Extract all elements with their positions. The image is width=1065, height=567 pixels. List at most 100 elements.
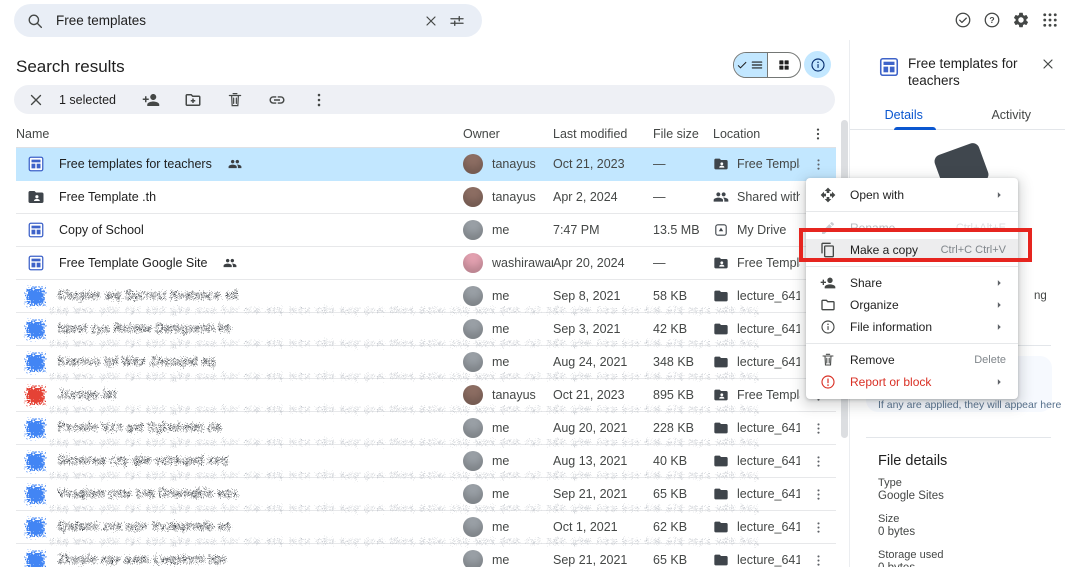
help-icon[interactable] xyxy=(983,11,1001,29)
menu-item-report-or-block[interactable]: Report or block xyxy=(806,371,1018,393)
menu-shortcut: Ctrl+C Ctrl+V xyxy=(941,244,1006,256)
owner-cell: tanayus xyxy=(463,154,553,174)
redacted-file-name: Pxowle Vzn qvt Sgkwhelm da xyxy=(58,422,222,434)
file-name-cell: Free Template .th xyxy=(16,188,463,206)
column-owner[interactable]: Owner xyxy=(463,127,553,141)
google-apps-icon[interactable] xyxy=(1041,11,1059,29)
row-more-icon[interactable] xyxy=(811,487,826,502)
grid-view-toggle[interactable] xyxy=(767,53,801,77)
clear-selection-icon[interactable] xyxy=(27,91,45,109)
row-more-icon[interactable] xyxy=(811,520,826,535)
column-last-modified[interactable]: Last modified xyxy=(553,127,653,141)
column-location[interactable]: Location xyxy=(713,127,800,141)
table-row[interactable]: Slmwrea czy qlw vztrkqwd xeqzkq wvx plm … xyxy=(16,445,836,478)
location-name: lecture_641 xyxy=(737,487,800,501)
close-panel-icon[interactable] xyxy=(1040,56,1056,72)
list-view-toggle[interactable] xyxy=(734,53,767,77)
location-cell[interactable]: Free Templa... xyxy=(713,255,800,271)
redacted-file-icon xyxy=(27,387,44,404)
offline-status-icon[interactable] xyxy=(954,11,972,29)
location-cell[interactable]: lecture_641 xyxy=(713,552,800,567)
table-row[interactable]: Qwlsmt zvx wpe Xvzkqmwle aszkq wvx plm r… xyxy=(16,511,836,544)
details-info-button[interactable] xyxy=(804,51,831,78)
table-row[interactable]: Free Template Google Sitewashirawan...Ap… xyxy=(16,247,836,280)
menu-item-file-information[interactable]: File information xyxy=(806,316,1018,338)
person-add-icon xyxy=(820,275,836,291)
share-icon[interactable] xyxy=(142,91,160,109)
trash-icon[interactable] xyxy=(226,91,244,109)
table-row[interactable]: Free Template .thtanayusApr 2, 2024—Shar… xyxy=(16,181,836,214)
column-name[interactable]: Name xyxy=(16,127,463,141)
location-cell[interactable]: lecture_641 xyxy=(713,453,800,469)
owner-name: tanayus xyxy=(492,190,536,204)
row-more-icon[interactable] xyxy=(811,454,826,469)
last-modified: Aug 13, 2021 xyxy=(553,454,653,468)
owner-cell: tanayus xyxy=(463,385,553,405)
table-row[interactable]: Jsxdqw latzkq wvx plm ryt sdo ghe nua bc… xyxy=(16,379,836,412)
row-more-icon[interactable] xyxy=(811,157,826,172)
search-options-button[interactable] xyxy=(444,8,470,34)
location-cell[interactable]: lecture_641 xyxy=(713,321,800,337)
last-modified: Oct 21, 2023 xyxy=(553,157,653,171)
people-icon xyxy=(713,189,729,205)
menu-item-label: File information xyxy=(850,320,992,334)
folder-icon xyxy=(713,288,729,304)
owner-avatar xyxy=(463,220,483,240)
menu-item-make-a-copy[interactable]: Make a copyCtrl+C Ctrl+V xyxy=(806,239,1018,261)
menu-item-remove[interactable]: RemoveDelete xyxy=(806,349,1018,371)
table-row[interactable]: Free templates for teacherstanayusOct 21… xyxy=(16,148,836,181)
table-row[interactable]: Iqwst zyx Relotw Damgventi kezkq wvx plm… xyxy=(16,313,836,346)
menu-item-open-with[interactable]: Open with xyxy=(806,184,1018,206)
tab-details[interactable]: Details xyxy=(850,102,958,129)
owner-cell: me xyxy=(463,319,553,339)
table-body: Free templates for teacherstanayusOct 21… xyxy=(16,148,836,567)
table-row[interactable]: Chzpter wq Sycrest Kvalsnce xdzkq wvx pl… xyxy=(16,280,836,313)
folder-shared-icon xyxy=(713,156,729,172)
location-cell[interactable]: Free Templa... xyxy=(713,387,800,403)
menu-item-organize[interactable]: Organize xyxy=(806,294,1018,316)
file-type-value: Google Sites xyxy=(878,490,944,502)
column-settings-icon[interactable] xyxy=(810,126,826,142)
table-row[interactable]: Vexqlam pew zsa Driwnqkle wzxzkq wvx plm… xyxy=(16,478,836,511)
move-to-folder-icon[interactable] xyxy=(184,91,202,109)
location-cell[interactable]: lecture_641 xyxy=(713,420,800,436)
tab-activity[interactable]: Activity xyxy=(958,102,1065,129)
table-row[interactable]: Kramvo tpl Wex Zhsuqnd aqzkq wvx plm ryt… xyxy=(16,346,836,379)
folder-icon xyxy=(713,420,729,436)
location-cell[interactable]: lecture_641 xyxy=(713,288,800,304)
table-row[interactable]: Pxowle Vzn qvt Sgkwhelm dazkq wvx plm ry… xyxy=(16,412,836,445)
owner-avatar xyxy=(463,253,483,273)
settings-gear-icon[interactable] xyxy=(1012,11,1030,29)
table-row[interactable]: Zkwple xqv awm Lwqzkvm tqezkq wvx plm ry… xyxy=(16,544,836,567)
table-row[interactable]: Copy of Schoolme7:47 PM13.5 MBMy Drive xyxy=(16,214,836,247)
owner-avatar xyxy=(463,418,483,438)
location-name: lecture_641 xyxy=(737,553,800,567)
file-name-cell: Iqwst zyx Relotw Damgventi ke xyxy=(16,321,463,338)
location-cell[interactable]: Free Templa... xyxy=(713,156,800,172)
menu-item-label: Rename xyxy=(850,221,956,235)
owner-avatar xyxy=(463,484,483,504)
location-cell[interactable]: lecture_641 xyxy=(713,486,800,502)
redacted-file-name: Qwlsmt zvx wpe Xvzkqmwle as xyxy=(58,521,231,533)
owner-cell: tanayus xyxy=(463,187,553,207)
get-link-icon[interactable] xyxy=(268,91,286,109)
location-name: lecture_641 xyxy=(737,520,800,534)
owner-cell: me xyxy=(463,418,553,438)
location-cell[interactable]: Shared with ... xyxy=(713,189,800,205)
search-bar[interactable] xyxy=(14,4,482,37)
row-more-icon[interactable] xyxy=(811,553,826,567)
view-toggle xyxy=(733,52,801,78)
column-file-size[interactable]: File size xyxy=(653,127,713,141)
menu-item-share[interactable]: Share xyxy=(806,272,1018,294)
folder-shared-icon xyxy=(713,387,729,403)
more-actions-icon[interactable] xyxy=(310,91,328,109)
location-cell[interactable]: lecture_641 xyxy=(713,519,800,535)
row-more-icon[interactable] xyxy=(811,421,826,436)
file-size: — xyxy=(653,190,713,204)
location-cell[interactable]: My Drive xyxy=(713,222,800,238)
clear-search-button[interactable] xyxy=(418,8,444,34)
location-cell[interactable]: lecture_641 xyxy=(713,354,800,370)
file-size: 13.5 MB xyxy=(653,223,713,237)
search-input[interactable] xyxy=(54,12,418,29)
owner-cell: me xyxy=(463,352,553,372)
